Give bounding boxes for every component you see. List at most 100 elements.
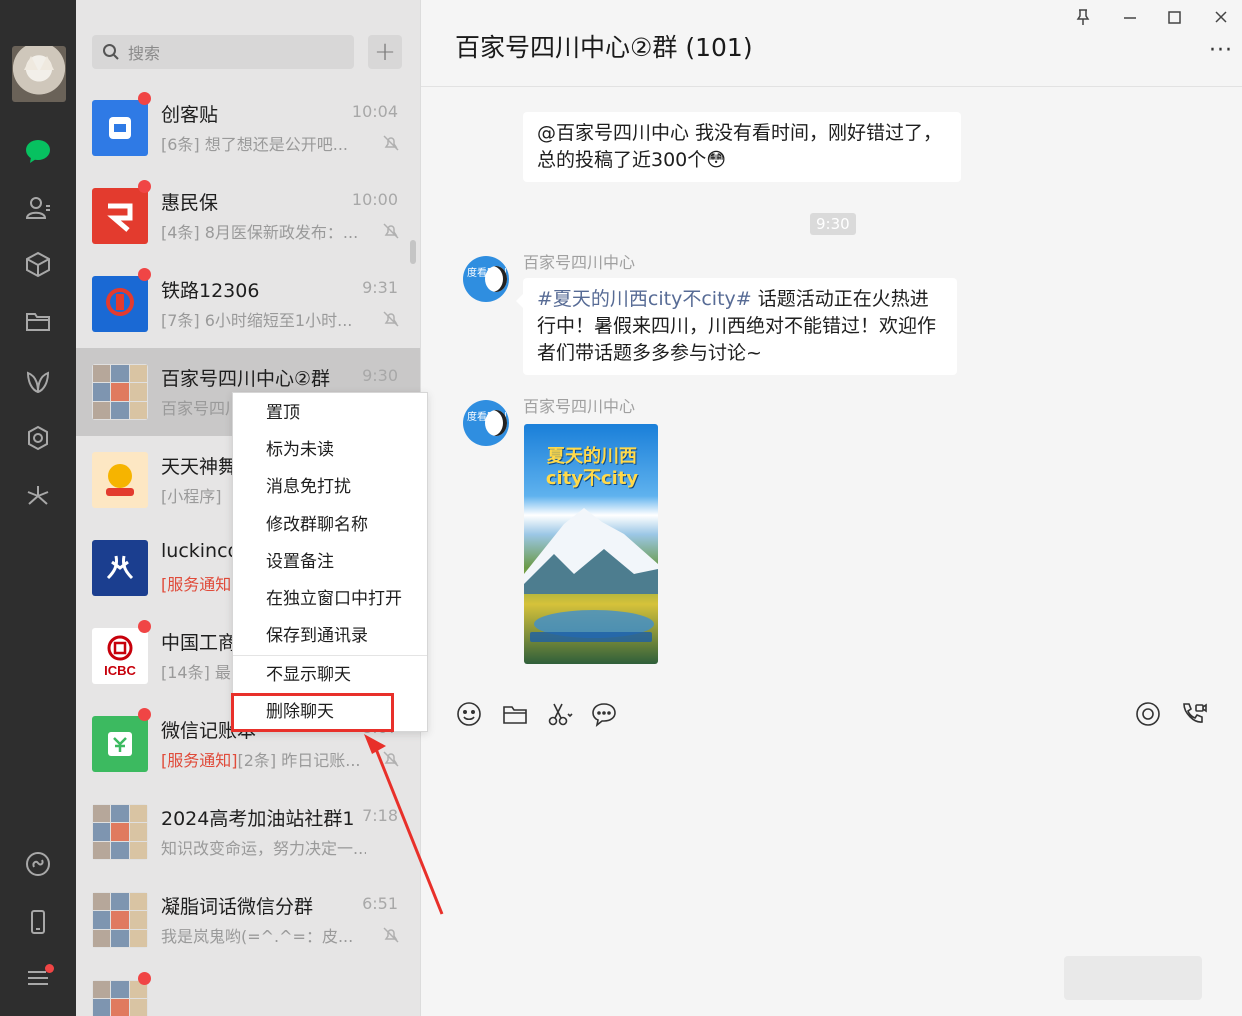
mute-bell-icon (383, 927, 399, 943)
chat-preview: [4条] 8月医保新政发布：... (161, 223, 359, 242)
minimize-icon[interactable] (1118, 4, 1142, 28)
mute-bell-icon (383, 135, 399, 151)
menu-icon[interactable] (22, 962, 54, 994)
chat-avatar (92, 276, 148, 332)
chat-item-chuangketie[interactable]: 创客贴 10:04 [6条] 想了想还是公开吧... (76, 84, 420, 172)
message-bubble[interactable]: #夏天的川西city不city# 话题活动正在火热进行中！暑假来四川，川西绝对不… (516, 278, 957, 375)
chat-preview-text: [2条] 昨日记账... (237, 751, 361, 770)
chat-preview: [6条] 想了想还是公开吧... (161, 135, 349, 154)
mute-bell-icon (383, 751, 399, 767)
chat-avatar (92, 716, 148, 772)
chat-preview: [7条] 6小时缩短至1小时... (161, 311, 353, 330)
chat-item-partial[interactable] (76, 964, 420, 1016)
sender-name: 百家号四川中心 (523, 253, 636, 272)
chat-time: 7:18 (362, 806, 398, 825)
emoji-icon[interactable] (455, 700, 483, 728)
left-nav-bar (0, 0, 76, 1016)
more-options-icon[interactable]: ··· (1209, 38, 1233, 63)
favorites-icon[interactable] (22, 248, 54, 280)
add-chat-button[interactable]: + (368, 35, 402, 69)
search-input[interactable]: 搜索 (92, 35, 354, 69)
chat-item-railway-12306[interactable]: 铁路12306 9:31 [7条] 6小时缩短至1小时... (76, 260, 420, 348)
menu-item-open-separate-window[interactable]: 在独立窗口中打开 (233, 581, 427, 617)
chat-time: 10:04 (351, 102, 398, 121)
service-tag: [服务通知] (161, 751, 238, 770)
menu-item-rename-group[interactable]: 修改群聊名称 (233, 507, 427, 543)
hashtag-link[interactable]: #夏天的川西city不city# (537, 288, 752, 310)
chat-preview: 我是岚鬼哟(=^.^=：皮... (161, 927, 354, 946)
chat-name: 百家号四川中心②群 (161, 368, 331, 390)
search-feature-icon[interactable] (22, 480, 54, 512)
channels-icon[interactable] (22, 422, 54, 454)
sender-name: 百家号四川中心 (523, 397, 636, 416)
menu-item-hide-chat[interactable]: 不显示聊天 (233, 657, 427, 693)
menu-item-mute[interactable]: 消息免打扰 (233, 469, 427, 505)
image-message[interactable]: 夏天的川西city不city (524, 424, 658, 664)
chat-item-gaokao-group[interactable]: 2024高考加油站社群1 7:18 知识改变命运，努力决定一... (76, 788, 420, 876)
menu-separator (233, 655, 427, 656)
mute-bell-icon (383, 311, 399, 327)
chat-time: 10:00 (351, 190, 398, 209)
sender-avatar[interactable]: 度看四川 (463, 400, 509, 446)
user-avatar[interactable] (12, 46, 66, 102)
service-tag: [服务通知] (161, 575, 238, 594)
chat-name: 2024高考加油站社群1 (161, 808, 355, 830)
chat-window: 百家号四川中心②群 (101) ··· @百家号四川中心 我没有看时间，刚好错过… (420, 0, 1242, 1016)
menu-item-delete-chat[interactable]: 删除聊天 (233, 694, 427, 730)
chat-avatar (92, 540, 148, 596)
unread-dot (138, 268, 151, 281)
close-icon[interactable] (1209, 8, 1233, 30)
avatar-label: 度看四川 (467, 268, 507, 279)
search-placeholder: 搜索 (128, 44, 161, 63)
message-bubble[interactable]: @百家号四川中心 我没有看时间，刚好错过了，总的投稿了近300个😳 (523, 112, 961, 182)
sender-avatar[interactable]: 度看四川 (463, 256, 509, 302)
chat-time: 6:51 (362, 894, 398, 913)
send-button[interactable] (1064, 956, 1202, 1000)
file-folder-icon[interactable] (501, 700, 529, 728)
unread-dot (138, 708, 151, 721)
group-avatar (92, 804, 148, 860)
chat-name: 铁路12306 (161, 280, 260, 302)
chat-history-icon[interactable] (590, 700, 618, 728)
input-toolbar (421, 688, 1242, 740)
files-icon[interactable] (22, 305, 54, 337)
menu-item-save-to-contacts[interactable]: 保存到通讯录 (233, 618, 427, 654)
chat-item-ningzhi-group[interactable]: 凝脂词话微信分群 6:51 我是岚鬼哟(=^.^=：皮... (76, 876, 420, 964)
mute-bell-icon (383, 223, 399, 239)
header-divider (421, 86, 1242, 87)
avatar-label: 度看四川 (467, 412, 507, 423)
chat-preview: 百家号四川 (161, 399, 242, 418)
menu-item-pin[interactable]: 置顶 (233, 395, 427, 431)
search-icon (103, 44, 119, 60)
chat-title: 百家号四川中心②群 (101) (455, 33, 753, 62)
chat-name: 凝脂词话微信分群 (161, 896, 314, 918)
moments-icon[interactable] (22, 366, 54, 398)
phone-icon[interactable] (22, 906, 54, 938)
live-stream-icon[interactable] (1134, 700, 1162, 728)
chat-icon[interactable] (22, 135, 54, 167)
group-avatar (92, 364, 148, 420)
pin-window-icon[interactable] (1071, 8, 1095, 30)
unread-dot (138, 620, 151, 633)
menu-notification-dot (45, 964, 54, 973)
menu-item-mark-unread[interactable]: 标为未读 (233, 432, 427, 468)
chat-item-huiminbao[interactable]: 惠民保 10:00 [4条] 8月医保新政发布：... (76, 172, 420, 260)
maximize-icon[interactable] (1163, 8, 1187, 30)
contacts-icon[interactable] (22, 192, 54, 224)
group-avatar (92, 980, 148, 1016)
menu-item-set-remark[interactable]: 设置备注 (233, 544, 427, 580)
voice-video-call-icon[interactable] (1179, 700, 1207, 728)
chat-avatar (92, 188, 148, 244)
chat-name: 惠民保 (161, 192, 219, 214)
unread-dot (138, 92, 151, 105)
unread-dot (138, 972, 151, 985)
chat-preview: [14条] 最 (161, 663, 231, 682)
screenshot-scissors-icon[interactable] (545, 700, 573, 728)
message-timestamp: 9:30 (810, 213, 856, 235)
chat-preview: [服务通知] (161, 571, 238, 595)
group-avatar (92, 892, 148, 948)
unread-dot (138, 180, 151, 193)
chat-time: 9:31 (362, 278, 398, 297)
chat-time: 9:30 (362, 366, 398, 385)
miniprogram-icon[interactable] (22, 848, 54, 880)
